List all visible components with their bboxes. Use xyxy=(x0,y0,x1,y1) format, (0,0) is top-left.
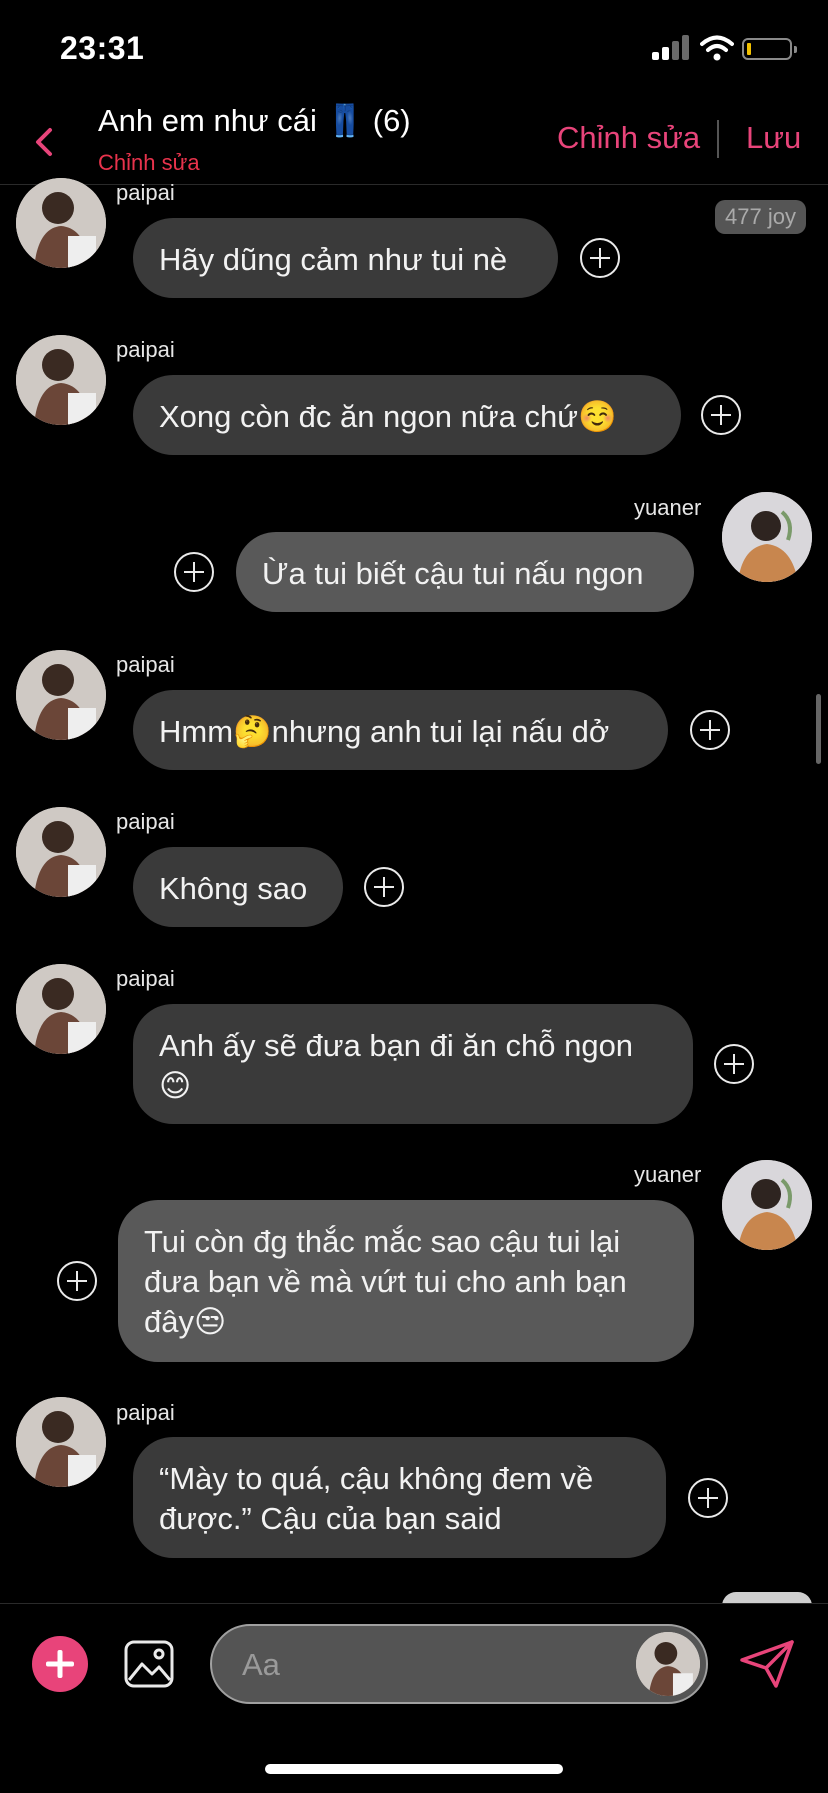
chat-title[interactable]: Anh em như cái 👖 (6) xyxy=(98,102,411,139)
home-indicator xyxy=(265,1764,563,1774)
scroll-indicator[interactable] xyxy=(816,694,821,764)
message-bubble[interactable]: Hmm🤔nhưng anh tui lại nấu dở xyxy=(133,690,668,770)
message-bubble[interactable]: Không sao xyxy=(133,847,343,927)
react-plus-icon[interactable] xyxy=(701,395,741,435)
cellular-signal-icon xyxy=(652,34,692,60)
image-gallery-icon[interactable] xyxy=(124,1640,174,1688)
send-icon[interactable] xyxy=(738,1638,796,1690)
chat-header: Anh em như cái 👖 (6) Chỉnh sửa Chỉnh sửa… xyxy=(0,100,828,185)
chat-subtitle[interactable]: Chỉnh sửa xyxy=(98,150,200,176)
back-chevron-icon[interactable] xyxy=(30,122,60,162)
avatar-paipai[interactable] xyxy=(16,335,106,425)
header-divider xyxy=(717,120,719,158)
message-input-field[interactable] xyxy=(210,1624,708,1704)
joy-badge: 477 joy xyxy=(715,200,806,234)
react-plus-icon[interactable] xyxy=(688,1478,728,1518)
message-sender: paipai xyxy=(116,966,175,991)
add-attachment-button[interactable] xyxy=(32,1636,88,1692)
message-bubble[interactable]: “Mày to quá, cậu không đem về được.” Cậu… xyxy=(133,1437,666,1558)
message-sender: paipai xyxy=(116,1400,175,1425)
message-sender: yuaner xyxy=(634,1162,702,1187)
react-plus-icon[interactable] xyxy=(580,238,620,278)
avatar-paipai[interactable] xyxy=(16,807,106,897)
react-plus-icon[interactable] xyxy=(174,552,214,592)
message-sender: paipai xyxy=(116,337,175,362)
avatar-yuaner[interactable] xyxy=(722,1160,812,1250)
message-sender: paipai xyxy=(116,809,175,834)
react-plus-icon[interactable] xyxy=(364,867,404,907)
edit-button[interactable]: Chỉnh sửa xyxy=(557,120,700,156)
avatar-yuaner[interactable] xyxy=(722,492,812,582)
sender-avatar-switch[interactable] xyxy=(636,1632,700,1696)
message-input[interactable] xyxy=(240,1644,574,1686)
avatar-paipai[interactable] xyxy=(16,178,106,268)
wifi-icon xyxy=(700,34,734,62)
avatar-paipai[interactable] xyxy=(16,650,106,740)
react-plus-icon[interactable] xyxy=(714,1044,754,1084)
message-bubble[interactable]: Ừa tui biết cậu tui nấu ngon xyxy=(236,532,694,612)
react-plus-icon[interactable] xyxy=(690,710,730,750)
message-sender: yuaner xyxy=(634,495,702,520)
message-bubble[interactable]: Hãy dũng cảm như tui nè xyxy=(133,218,558,298)
save-button[interactable]: Lưu xyxy=(746,120,801,156)
message-bubble[interactable]: Xong còn đc ăn ngon nữa chứ☺️ xyxy=(133,375,681,455)
react-plus-icon[interactable] xyxy=(57,1261,97,1301)
status-time: 23:31 xyxy=(60,30,145,66)
message-sender: paipai xyxy=(116,652,175,677)
battery-icon xyxy=(742,38,797,60)
message-bubble[interactable]: Anh ấy sẽ đưa bạn đi ăn chỗ ngon 😊 xyxy=(133,1004,693,1124)
avatar-paipai[interactable] xyxy=(16,964,106,1054)
message-bubble[interactable]: Tui còn đg thắc mắc sao cậu tui lại đưa … xyxy=(118,1200,694,1362)
avatar-paipai[interactable] xyxy=(16,1397,106,1487)
message-sender: paipai xyxy=(116,180,175,205)
